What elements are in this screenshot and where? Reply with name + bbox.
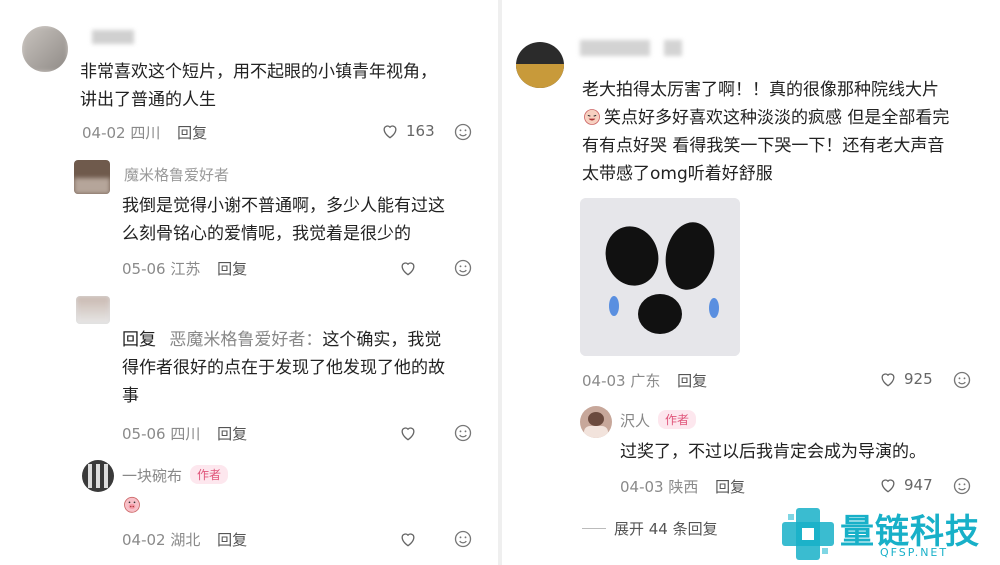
comment-date: 04-03 xyxy=(582,372,626,390)
avatar[interactable] xyxy=(22,26,68,72)
comment-date: 04-02 xyxy=(122,531,166,549)
comment-meta: 05-06 四川 回复 xyxy=(122,423,247,444)
commenter-name-text: 一块碗布 xyxy=(122,467,183,485)
comment-meta: 04-03 广东 回复 xyxy=(582,370,707,391)
commenter-name[interactable]: 沢人 作者 xyxy=(620,410,697,431)
author-badge: 作者 xyxy=(658,410,697,429)
comment-date: 04-02 xyxy=(82,124,126,142)
heart-icon xyxy=(881,479,895,493)
comment-location: 湖北 xyxy=(170,531,201,549)
heart-icon[interactable] xyxy=(398,423,418,443)
avatar[interactable] xyxy=(580,406,612,438)
comment-meta: 05-06 江苏 回复 xyxy=(122,258,247,279)
crying-laugh-emoji-icon xyxy=(584,109,600,125)
comment-text-line: 回复 恶魔米格鲁爱好者：这个确实，我觉 xyxy=(122,326,441,354)
avatar[interactable] xyxy=(76,296,110,324)
avatar[interactable] xyxy=(74,160,110,194)
emoji-reaction-icon[interactable] xyxy=(453,423,473,443)
username-redacted xyxy=(580,40,650,56)
expand-divider-line xyxy=(582,528,606,529)
emoji-reaction-icon[interactable] xyxy=(453,122,473,142)
comment-text-line: 笑点好多好喜欢这种淡淡的疯感 但是全部看完 xyxy=(604,108,950,128)
comment-location: 江苏 xyxy=(170,260,201,278)
reply-button[interactable]: 回复 xyxy=(217,531,247,549)
comment-location: 广东 xyxy=(630,372,661,390)
emoji-reaction-icon[interactable] xyxy=(453,258,473,278)
comment-sticker-image[interactable] xyxy=(580,198,740,356)
commenter-name-text: 沢人 xyxy=(620,412,651,430)
like-count: 163 xyxy=(406,122,435,140)
reply-button[interactable]: 回复 xyxy=(715,478,745,496)
comment-location: 四川 xyxy=(130,124,161,142)
comment-text-line: 过奖了，不过以后我肯定会成为导演的。 xyxy=(620,442,926,462)
watermark-logo-icon xyxy=(782,508,834,560)
username-redacted xyxy=(664,40,682,56)
comment-date: 04-03 xyxy=(620,478,664,496)
like-button[interactable]: 925 xyxy=(878,369,933,389)
author-badge: 作者 xyxy=(190,465,229,484)
comment-text-line: 得作者很好的点在于发现了他发现了他的故 xyxy=(122,358,445,378)
username-redacted xyxy=(92,30,134,44)
commenter-name[interactable]: 魔米格鲁爱好者 xyxy=(124,164,229,185)
comment-text-line: 老大拍得太厉害了啊！！真的很像那种院线大片 xyxy=(582,80,939,100)
expand-replies-label: 展开 44 条回复 xyxy=(614,520,718,538)
expand-replies-button[interactable]: 展开 44 条回复 xyxy=(582,518,718,539)
comment-location: 陕西 xyxy=(668,478,699,496)
comment-text-line: 么刻骨铭心的爱情呢，我觉着是很少的 xyxy=(122,224,411,244)
comment-text-line: 有有点好哭 看得我笑一下哭一下！还有老大声音 xyxy=(582,136,945,156)
emoji-reaction-icon[interactable] xyxy=(952,476,972,496)
reply-button[interactable]: 回复 xyxy=(177,124,207,142)
comment-text-line: 非常喜欢这个短片，用不起眼的小镇青年视角， xyxy=(80,62,437,82)
comment-location: 四川 xyxy=(170,425,201,443)
comment-meta: 04-03 陕西 回复 xyxy=(620,476,745,497)
comment-text-line: 事 xyxy=(122,386,139,406)
heart-icon xyxy=(881,373,895,387)
like-button[interactable]: 163 xyxy=(380,121,435,141)
comment-meta: 04-02 四川 回复 xyxy=(82,122,207,143)
commenter-name[interactable]: 一块碗布 作者 xyxy=(122,465,229,486)
avatar[interactable] xyxy=(82,460,114,492)
heart-icon xyxy=(383,125,397,139)
heart-icon[interactable] xyxy=(398,258,418,278)
reply-button[interactable]: 回复 xyxy=(217,425,247,443)
avatar[interactable] xyxy=(516,42,564,88)
emoji-reaction-icon[interactable] xyxy=(952,370,972,390)
comment-meta: 04-02 湖北 回复 xyxy=(122,529,247,550)
reply-button[interactable]: 回复 xyxy=(217,260,247,278)
like-count: 925 xyxy=(904,370,933,388)
comment-text-line: 太带感了omg听着好舒服 xyxy=(582,164,773,184)
like-count: 947 xyxy=(904,476,933,494)
comment-date: 05-06 xyxy=(122,425,166,443)
reply-button[interactable]: 回复 xyxy=(677,372,707,390)
pig-emoji-icon xyxy=(124,496,140,513)
comment-date: 05-06 xyxy=(122,260,166,278)
emoji-reaction-icon[interactable] xyxy=(453,529,473,549)
comment-text-fragment: 这个确实，我觉 xyxy=(322,330,442,350)
watermark-subtitle: QFSP.NET xyxy=(880,546,949,559)
panel-divider xyxy=(498,0,502,565)
reply-to-user[interactable]: 恶魔米格鲁爱好者： xyxy=(169,330,322,350)
like-button[interactable]: 947 xyxy=(878,475,933,495)
comment-text-line: 我倒是觉得小谢不普通啊，多少人能有过这 xyxy=(122,196,445,216)
crying-face-sticker-icon xyxy=(580,198,740,356)
reply-prefix: 回复 xyxy=(122,330,156,350)
comment-text-line: 讲出了普通的人生 xyxy=(80,90,216,110)
heart-icon[interactable] xyxy=(398,529,418,549)
